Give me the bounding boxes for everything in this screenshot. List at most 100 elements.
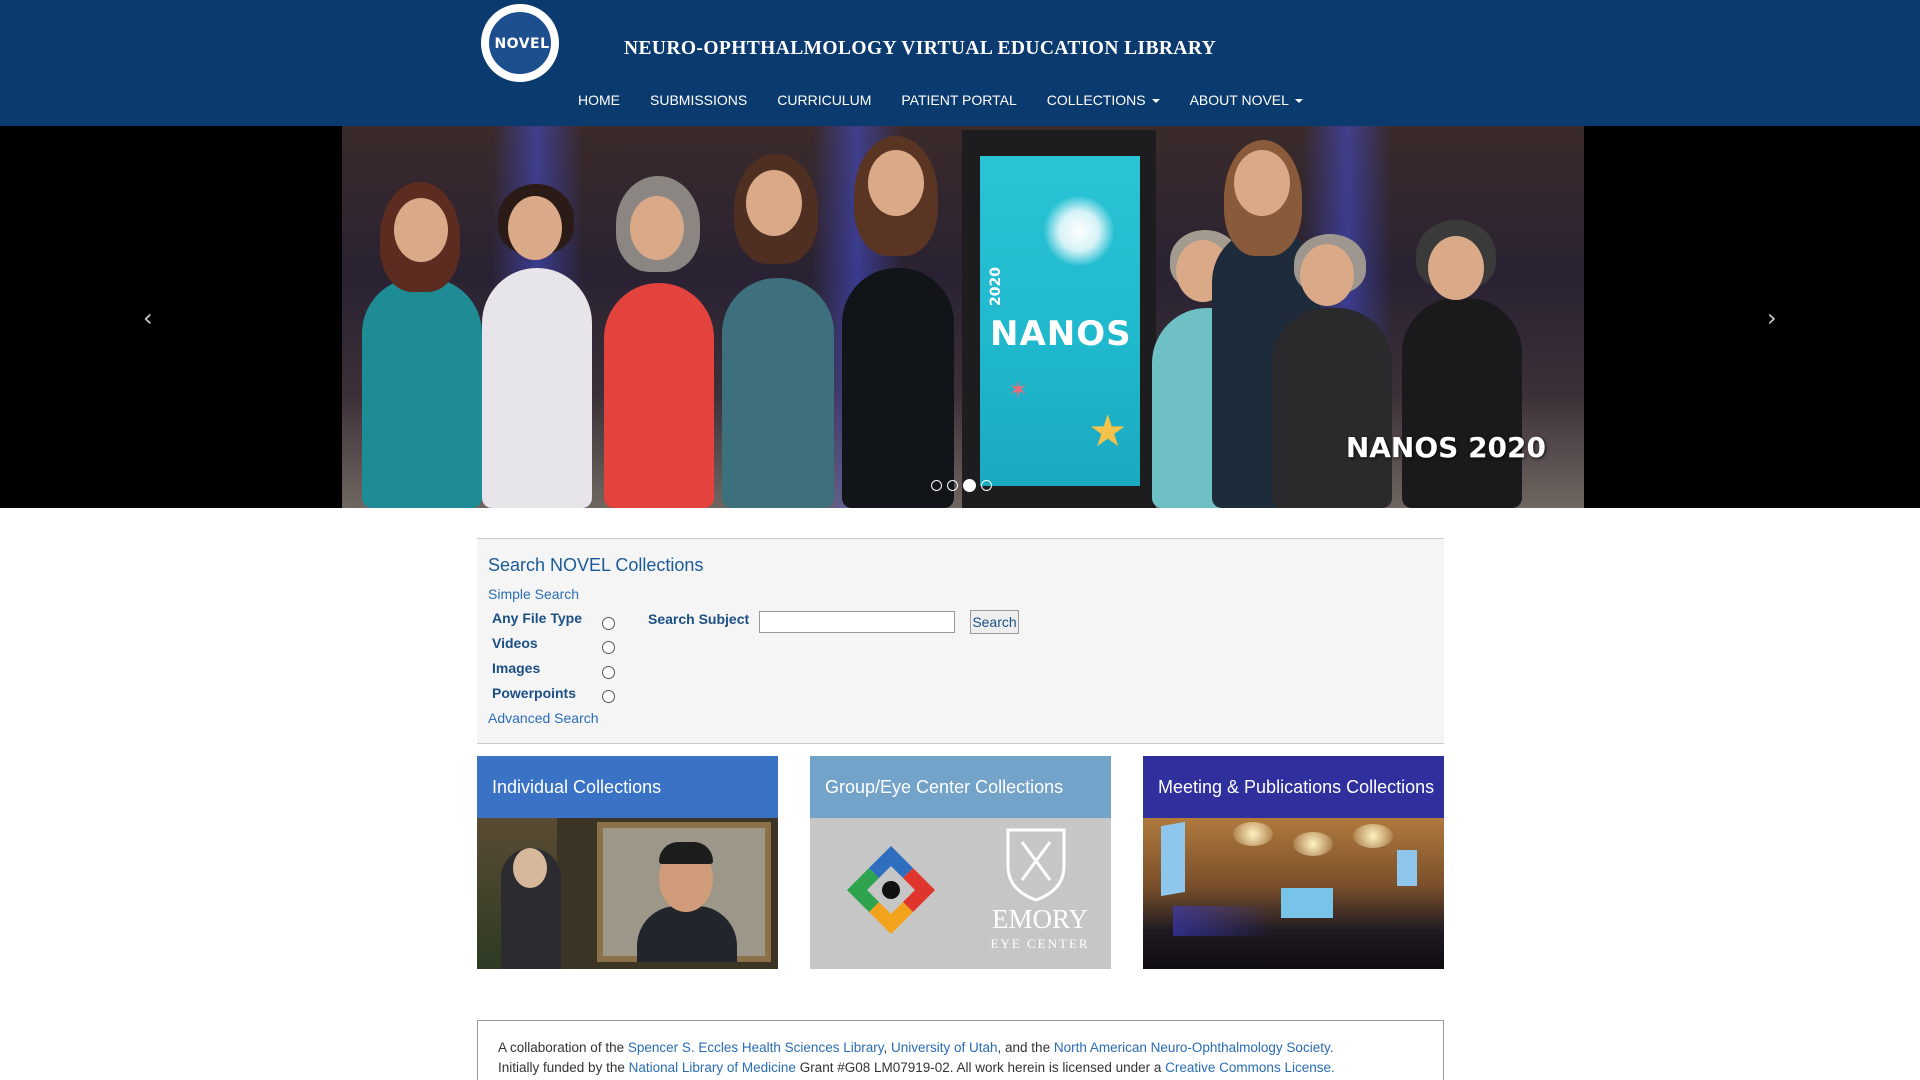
- file-type-powerpoints-label: Powerpoints: [492, 685, 577, 701]
- person-figure: [604, 283, 714, 508]
- person-head: [746, 170, 802, 236]
- footer-text: .: [1330, 1060, 1335, 1075]
- file-type-powerpoints-radio[interactable]: [602, 690, 615, 703]
- footer-text: , and the: [997, 1040, 1054, 1055]
- footer-text: ,: [883, 1040, 891, 1055]
- novel-logo[interactable]: NOVEL: [478, 1, 562, 85]
- screen-graphic: [1281, 888, 1333, 918]
- person-head: [1234, 150, 1290, 216]
- individual-collections-card[interactable]: Individual Collections: [477, 756, 778, 969]
- person-head: [513, 848, 547, 888]
- banner-year: 2020: [988, 267, 1004, 306]
- person-head: [1428, 236, 1484, 300]
- portrait-suit: [637, 906, 737, 962]
- banner-text: NANOS: [990, 314, 1132, 354]
- nav-home[interactable]: HOME: [578, 90, 620, 112]
- search-subject-label: Search Subject: [648, 611, 750, 627]
- nanos-banner: 2020 NANOS ★ ✶: [980, 156, 1140, 486]
- national-library-of-medicine-link[interactable]: National Library of Medicine: [629, 1060, 796, 1075]
- chandelier-graphic: [1353, 824, 1393, 848]
- person-head: [508, 196, 562, 260]
- simple-search-link[interactable]: Simple Search: [488, 586, 579, 602]
- nav-collections-dropdown[interactable]: COLLECTIONS: [1047, 90, 1160, 112]
- person-head: [630, 196, 684, 260]
- eccles-library-link[interactable]: Spencer S. Eccles Health Sciences Librar…: [628, 1040, 884, 1055]
- person-figure: [722, 278, 834, 508]
- meeting-collections-image: [1143, 818, 1444, 969]
- file-type-videos-label: Videos: [492, 635, 538, 651]
- footer-text: Initially funded by the: [498, 1060, 629, 1075]
- carousel-indicator-active[interactable]: [963, 479, 976, 492]
- nav-collections-label: COLLECTIONS: [1046, 92, 1146, 108]
- site-footer: A collaboration of the Spencer S. Eccles…: [477, 1020, 1444, 1080]
- slide-caption: NANOS 2020: [1345, 431, 1546, 464]
- portrait-hair: [659, 842, 713, 864]
- card-title: Group/Eye Center Collections: [810, 756, 1111, 818]
- search-button[interactable]: Search: [970, 610, 1019, 634]
- logo-emblem: NOVEL: [487, 10, 553, 76]
- nanos-link[interactable]: North American Neuro-Ophthalmology Socie…: [1054, 1040, 1330, 1055]
- starfish-icon: ★: [1088, 407, 1128, 456]
- main-nav: HOME SUBMISSIONS CURRICULUM PATIENT PORT…: [578, 90, 1333, 112]
- creative-commons-link[interactable]: Creative Commons License: [1165, 1060, 1331, 1075]
- colorful-diamond-logo-icon: [847, 846, 935, 934]
- carousel-prev-arrow-icon[interactable]: ‹: [143, 304, 153, 332]
- footer-text: A collaboration of the: [498, 1040, 628, 1055]
- group-collections-image: EMORY EYE CENTER: [810, 818, 1111, 969]
- advanced-search-link[interactable]: Advanced Search: [488, 710, 599, 726]
- nav-about-dropdown[interactable]: ABOUT NOVEL: [1190, 90, 1303, 112]
- file-type-videos-radio[interactable]: [602, 641, 615, 654]
- file-type-images-label: Images: [492, 660, 541, 676]
- file-type-any-label: Any File Type: [492, 610, 582, 626]
- site-title: NEURO-OPHTHALMOLOGY VIRTUAL EDUCATION LI…: [624, 38, 1217, 59]
- emory-name: EMORY: [991, 904, 1089, 934]
- chandelier-graphic: [1233, 822, 1273, 846]
- footer-line-funding: Initially funded by the National Library…: [498, 1060, 1335, 1075]
- group-eye-center-collections-card[interactable]: Group/Eye Center Collections EMORY EYE C…: [810, 756, 1111, 969]
- footer-text: Grant #G08 LM07919-02. All work herein i…: [795, 1060, 1166, 1075]
- person-figure: [842, 268, 954, 508]
- nav-submissions-label: SUBMISSIONS: [650, 92, 748, 108]
- nav-curriculum[interactable]: CURRICULUM: [777, 90, 871, 112]
- person-head: [394, 198, 448, 262]
- logo-text: NOVEL: [494, 36, 550, 52]
- emory-sub: EYE CENTER: [990, 936, 1090, 951]
- university-of-utah-link[interactable]: University of Utah: [891, 1040, 998, 1055]
- carousel-indicator[interactable]: [981, 480, 992, 491]
- carousel-indicators: [931, 479, 992, 492]
- banner-sun-graphic: [1044, 196, 1114, 266]
- footer-text: .: [1329, 1040, 1334, 1055]
- stage-light: [1173, 906, 1273, 936]
- meeting-publications-collections-card[interactable]: Meeting & Publications Collections: [1143, 756, 1444, 969]
- search-title: Search NOVEL Collections: [488, 555, 704, 575]
- star-icon: ✶: [1008, 377, 1029, 404]
- nav-submissions[interactable]: SUBMISSIONS: [650, 90, 747, 112]
- person-figure: [362, 278, 482, 508]
- carousel-next-arrow-icon[interactable]: ›: [1767, 304, 1777, 332]
- person-figure: [1272, 308, 1392, 508]
- screen-graphic: [1397, 850, 1417, 886]
- carousel-indicator[interactable]: [947, 480, 958, 491]
- individual-collections-image: [477, 818, 778, 969]
- emory-shield-icon: [1006, 828, 1066, 902]
- search-subject-input[interactable]: [759, 611, 955, 633]
- nav-patient-portal-label: PATIENT PORTAL: [901, 92, 1017, 108]
- file-type-images-radio[interactable]: [602, 666, 615, 679]
- caret-down-icon: [1151, 99, 1160, 104]
- card-title: Meeting & Publications Collections: [1143, 756, 1444, 818]
- carousel-indicator[interactable]: [931, 480, 942, 491]
- site-header: NOVEL NEURO-OPHTHALMOLOGY VIRTUAL EDUCAT…: [0, 0, 1920, 126]
- nav-about-label: ABOUT NOVEL: [1189, 92, 1289, 108]
- caret-down-icon: [1294, 99, 1303, 104]
- file-type-any-radio[interactable]: [602, 617, 615, 630]
- person-figure: [1402, 298, 1522, 508]
- person-head: [868, 150, 924, 216]
- search-panel: Search NOVEL Collections Simple Search A…: [477, 538, 1444, 744]
- person-figure: [482, 268, 592, 508]
- nav-curriculum-label: CURRICULUM: [777, 92, 872, 108]
- hero-carousel: 2020 NANOS ★ ✶ NANOS 2020 ‹ ›: [0, 126, 1920, 508]
- card-title: Individual Collections: [477, 756, 778, 818]
- carousel-slide-image: 2020 NANOS ★ ✶ NANOS 2020: [342, 126, 1584, 508]
- screen-graphic: [1161, 821, 1185, 897]
- nav-patient-portal[interactable]: PATIENT PORTAL: [901, 90, 1016, 112]
